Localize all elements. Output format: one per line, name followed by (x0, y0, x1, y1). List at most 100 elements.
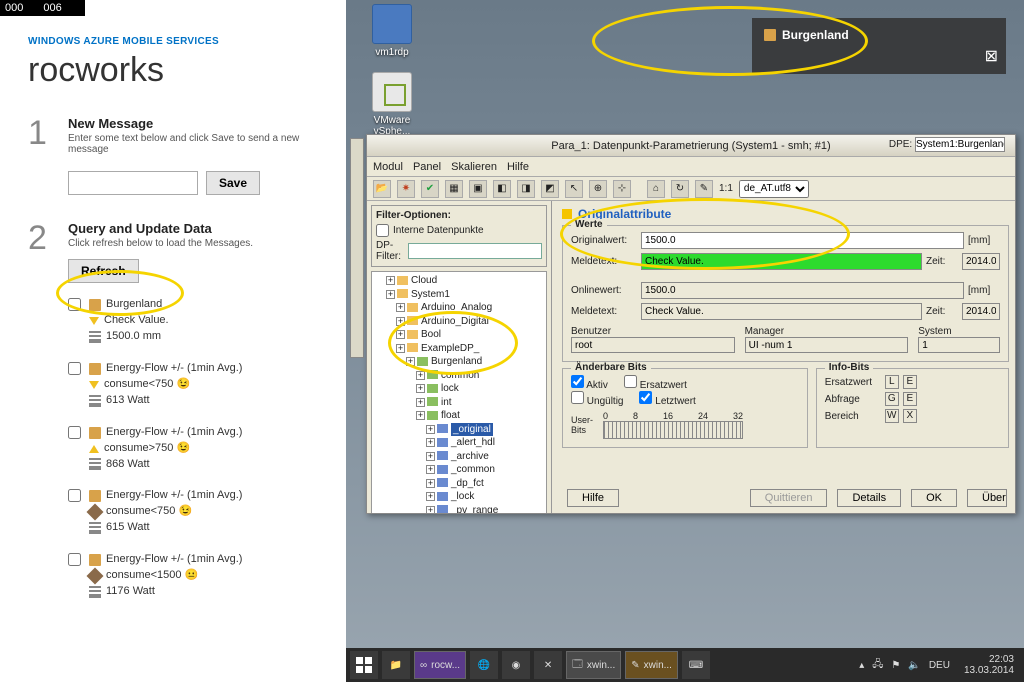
tree-node[interactable]: +_dp_fct (386, 477, 544, 491)
infobit-b[interactable]: E (903, 375, 917, 389)
list-item[interactable]: Energy-Flow +/- (1min Avg.) consume<750 … (68, 361, 328, 409)
desktop-icon-vmware[interactable]: VMware vSphe... (364, 72, 420, 137)
tool-icon[interactable]: ▦ (445, 180, 463, 198)
uebernehmen-button[interactable]: Übernehmen (967, 489, 1007, 507)
tree-node[interactable]: +Arduino_Analog (386, 301, 544, 315)
item-checkbox[interactable] (68, 489, 81, 502)
tool-icon[interactable]: ◨ (517, 180, 535, 198)
tool-icon[interactable]: ◩ (541, 180, 559, 198)
expand-icon[interactable]: + (426, 438, 435, 447)
expand-icon[interactable]: + (426, 479, 435, 488)
tray-lang[interactable]: DEU (929, 660, 950, 671)
tool-icon[interactable]: ✔ (421, 180, 439, 198)
menu-modul[interactable]: Modul (373, 161, 403, 173)
expand-icon[interactable]: + (386, 290, 395, 299)
tool-icon[interactable]: ↖ (565, 180, 583, 198)
toast-notification[interactable]: Burgenland ⊠ (752, 18, 1006, 74)
item-checkbox[interactable] (68, 362, 81, 375)
encoding-select[interactable]: de_AT.utf8 (739, 180, 809, 198)
tree-node[interactable]: +_pv_range (386, 504, 544, 514)
expand-icon[interactable]: + (426, 506, 435, 514)
tree-node[interactable]: +float (386, 409, 544, 423)
meldetext-input[interactable] (641, 253, 922, 270)
cb-interne-dp[interactable] (376, 224, 389, 237)
item-checkbox[interactable] (68, 426, 81, 439)
cb-letztwert[interactable] (639, 391, 652, 404)
expand-icon[interactable]: + (426, 465, 435, 474)
infobit-a[interactable]: G (885, 392, 899, 406)
save-button[interactable]: Save (206, 171, 260, 195)
taskbar-osk[interactable]: ⌨ (682, 651, 710, 679)
tree-node[interactable]: +Bool (386, 328, 544, 342)
expand-icon[interactable]: + (416, 384, 425, 393)
list-item[interactable]: Energy-Flow +/- (1min Avg.) consume<750 … (68, 488, 328, 536)
expand-icon[interactable]: + (396, 303, 405, 312)
tree-node[interactable]: +int (386, 396, 544, 410)
expand-icon[interactable]: + (416, 411, 425, 420)
details-button[interactable]: Details (837, 489, 901, 507)
tool-icon[interactable]: ✷ (397, 180, 415, 198)
desktop-icon-rdp[interactable]: vm1rdp (364, 4, 420, 58)
taskbar-vs[interactable]: ∞ rocw... (414, 651, 466, 679)
dp-filter-input[interactable] (408, 243, 542, 259)
tool-icon[interactable]: ⊕ (589, 180, 607, 198)
list-item[interactable]: Energy-Flow +/- (1min Avg.) consume<1500… (68, 552, 328, 600)
new-message-input[interactable] (68, 171, 198, 195)
close-icon[interactable]: ⊠ (985, 46, 998, 66)
tree-node[interactable]: +System1 (386, 288, 544, 302)
userbits-scale[interactable] (603, 421, 743, 439)
tool-icon[interactable]: ◧ (493, 180, 511, 198)
item-checkbox[interactable] (68, 553, 81, 566)
tree-node[interactable]: +_original (386, 423, 544, 437)
tray-icon[interactable]: 🔈 (908, 660, 920, 671)
menu-panel[interactable]: Panel (413, 161, 441, 173)
tree-node[interactable]: +Cloud (386, 274, 544, 288)
list-item[interactable]: Burgenland Check Value. 1500.0 mm (68, 297, 328, 345)
taskbar-explorer[interactable]: 📁 (382, 651, 410, 679)
tool-icon[interactable]: ▣ (469, 180, 487, 198)
taskbar-xwin1[interactable]: 🗔 xwin... (566, 651, 621, 679)
taskbar-ie[interactable]: 🌐 (470, 651, 498, 679)
cb-ungueltig[interactable] (571, 391, 584, 404)
originalwert-input[interactable] (641, 232, 964, 249)
expand-icon[interactable]: + (416, 371, 425, 380)
ok-button[interactable]: OK (911, 489, 957, 507)
expand-icon[interactable]: + (396, 330, 405, 339)
tree-node[interactable]: +ExampleDP_ (386, 342, 544, 356)
expand-icon[interactable]: + (406, 357, 415, 366)
tree-node[interactable]: +lock (386, 382, 544, 396)
infobit-a[interactable]: L (885, 375, 899, 389)
datapoint-tree[interactable]: +Cloud+System1+Arduino_Analog+Arduino_Di… (371, 271, 547, 513)
tool-icon[interactable]: ✎ (695, 180, 713, 198)
tree-node[interactable]: +_archive (386, 450, 544, 464)
cb-aktiv[interactable] (571, 375, 584, 388)
expand-icon[interactable]: + (426, 452, 435, 461)
tree-node[interactable]: +_common (386, 463, 544, 477)
menu-hilfe[interactable]: Hilfe (507, 161, 529, 173)
tree-node[interactable]: +common (386, 369, 544, 383)
expand-icon[interactable]: + (426, 492, 435, 501)
item-checkbox[interactable] (68, 298, 81, 311)
tray-icon[interactable]: ▴ (859, 660, 864, 671)
tool-icon[interactable]: ↻ (671, 180, 689, 198)
azure-link[interactable]: WINDOWS AZURE MOBILE SERVICES (28, 36, 328, 47)
cb-ersatzwert[interactable] (624, 375, 637, 388)
infobit-a[interactable]: W (885, 409, 899, 423)
expand-icon[interactable]: + (396, 317, 405, 326)
tool-icon[interactable]: ⊹ (613, 180, 631, 198)
expand-icon[interactable]: + (386, 276, 395, 285)
taskbar-app[interactable]: ✕ (534, 651, 562, 679)
tray-icon[interactable]: 🖧 (872, 657, 883, 674)
tray-icon[interactable]: ⚑ (891, 660, 900, 671)
refresh-button[interactable]: Refresh (68, 259, 139, 283)
infobit-b[interactable]: X (903, 409, 917, 423)
taskbar-clock[interactable]: 22:0313.03.2014 (958, 654, 1020, 676)
tool-icon[interactable]: 📂 (373, 180, 391, 198)
taskbar-chrome[interactable]: ◉ (502, 651, 530, 679)
tree-node[interactable]: +_alert_hdl (386, 436, 544, 450)
tree-node[interactable]: +_lock (386, 490, 544, 504)
hilfe-button[interactable]: Hilfe (567, 489, 619, 507)
infobit-b[interactable]: E (903, 392, 917, 406)
expand-icon[interactable]: + (396, 344, 405, 353)
expand-icon[interactable]: + (426, 425, 435, 434)
